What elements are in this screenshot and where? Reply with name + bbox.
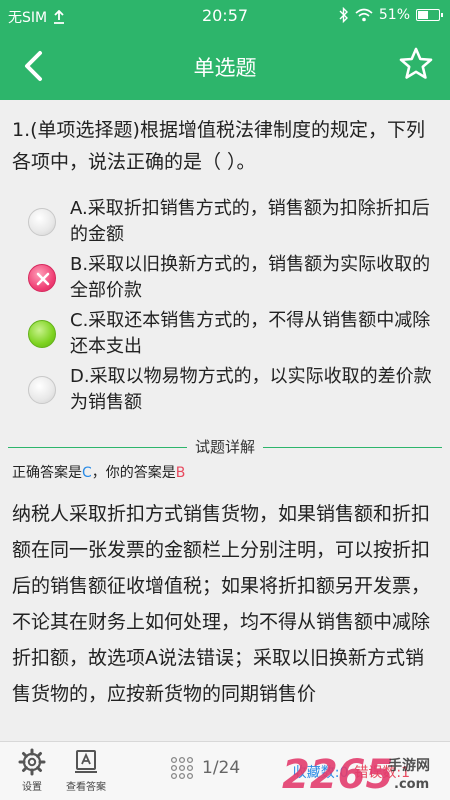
answer-card-icon [75,750,97,773]
option-text: D.采取以物易物方式的，以实际收取的差价款为销售额 [70,366,432,413]
your-answer-prefix: ，你的答案是 [91,465,176,481]
errors-count: 错误数:1 [354,765,410,781]
bottom-toolbar: 设置 查看答案 1/24 收藏数:0 错误数:1 2265 手游网 .com [0,741,450,800]
stats: 收藏数:0 错误数:1 [293,762,410,782]
view-answer-label: 查看答案 [66,782,106,793]
battery-percent: 51% [378,7,410,23]
wifi-icon [355,8,373,22]
answer-summary: 正确答案是C，你的答案是B [12,462,185,484]
radio-correct-icon[interactable] [28,320,56,348]
settings-button[interactable]: 设置 [4,748,60,793]
detail-divider: 试题详解 [8,436,442,458]
option-text: B.采取以旧换新方式的，销售额为实际收取的全部价款 [70,254,431,301]
page-title: 单选题 [193,56,257,80]
favorites-count: 收藏数:0 [292,765,349,781]
settings-label: 设置 [22,782,42,793]
view-answer-button[interactable]: 查看答案 [58,748,114,793]
nav-bar: 单选题 [0,32,450,100]
question-text: 1.(单项选择题)根据增值税法律制度的规定，下列各项中，说法正确的是（ ）。 [12,119,425,173]
option-b[interactable]: B.采取以旧换新方式的，销售额为实际收取的全部价款 [24,252,438,308]
radio-wrong-x-icon[interactable] [28,264,56,292]
question-content: 1.(单项选择题)根据增值税法律制度的规定，下列各项中，说法正确的是（ ）。 A… [0,100,450,741]
option-c[interactable]: C.采取还本销售方式的，不得从销售额中减除还本支出 [24,308,438,364]
page-number: 1/24 [202,758,241,778]
status-bar: 无SIM 20:57 51% [0,0,450,32]
explanation-text: 纳税人采取折扣方式销售货物，如果销售额和折扣额在同一张发票的金额栏上分别注明，可… [12,503,431,705]
correct-answer: C [82,465,92,481]
grid-dots-icon [170,756,194,780]
your-answer: B [175,465,186,481]
gear-icon [18,748,46,776]
detail-section-label: 试题详解 [186,436,264,458]
option-d[interactable]: D.采取以物易物方式的，以实际收取的差价款为销售额 [24,364,438,420]
radio-unselected-icon[interactable] [28,376,56,404]
option-a[interactable]: A.采取折扣销售方式的，销售额为扣除折扣后的金额 [24,196,438,252]
page-indicator[interactable]: 1/24 [170,756,240,780]
favorite-star-icon[interactable] [398,46,434,82]
option-text: A.采取折扣销售方式的，销售额为扣除折扣后的金额 [70,198,430,245]
radio-unselected-icon[interactable] [28,208,56,236]
correct-answer-prefix: 正确答案是 [12,465,82,481]
option-text: C.采取还本销售方式的，不得从销售额中减除还本支出 [70,310,431,357]
bluetooth-icon [339,7,348,23]
battery-icon [416,9,443,21]
